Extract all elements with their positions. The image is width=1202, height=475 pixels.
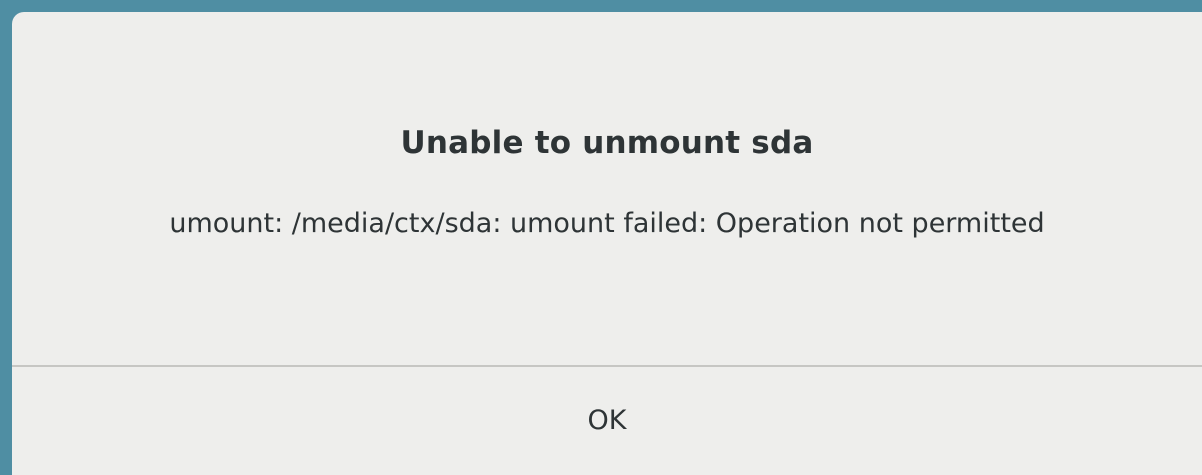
- error-dialog: Unable to unmount sda umount: /media/ctx…: [12, 12, 1202, 475]
- dialog-message: umount: /media/ctx/sda: umount failed: O…: [169, 208, 1045, 239]
- dialog-title: Unable to unmount sda: [400, 125, 814, 161]
- dialog-button-row: OK: [12, 367, 1202, 475]
- dialog-content: Unable to unmount sda umount: /media/ctx…: [12, 12, 1202, 365]
- window-frame: Unable to unmount sda umount: /media/ctx…: [0, 0, 1202, 475]
- ok-button[interactable]: OK: [12, 367, 1202, 475]
